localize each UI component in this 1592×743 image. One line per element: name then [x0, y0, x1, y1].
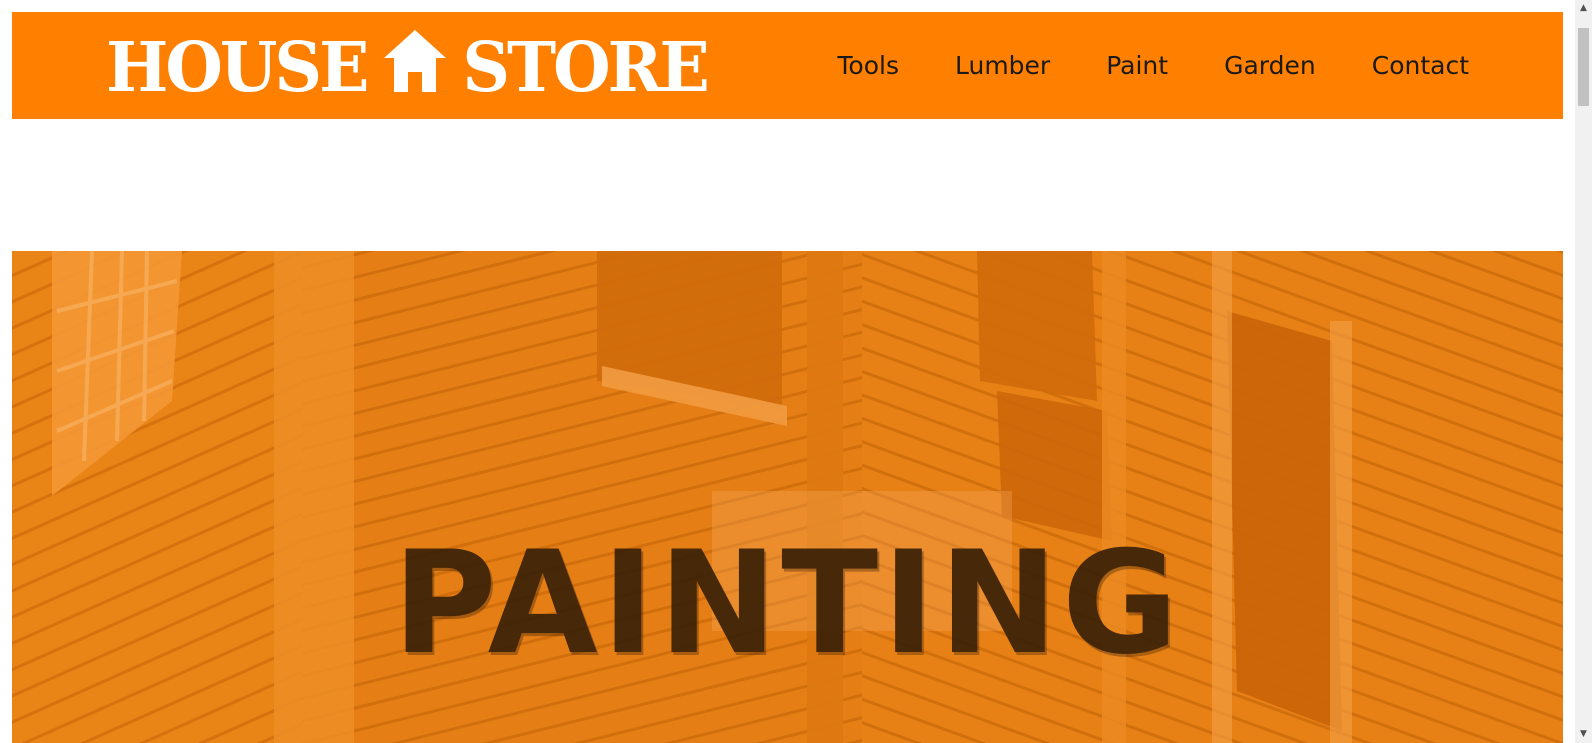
nav-contact[interactable]: Contact [1372, 51, 1469, 80]
house-store-logo[interactable]: HOUSE STORE [106, 26, 710, 108]
page: HOUSE STORE Tools Lumber Paint Garden Co… [0, 0, 1575, 743]
scroll-down-arrow-icon[interactable]: ▼ [1575, 726, 1592, 743]
nav-garden[interactable]: Garden [1224, 51, 1316, 80]
house-icon [384, 30, 447, 92]
page-scrollbar[interactable]: ▲ ▼ [1575, 0, 1592, 743]
hero-banner: PAINTING [12, 251, 1563, 743]
scroll-up-arrow-icon[interactable]: ▲ [1575, 0, 1592, 17]
nav-tools[interactable]: Tools [837, 51, 899, 80]
main-nav: Tools Lumber Paint Garden Contact [781, 12, 1469, 119]
site-header: HOUSE STORE Tools Lumber Paint Garden Co… [12, 12, 1563, 119]
nav-paint[interactable]: Paint [1106, 51, 1168, 80]
logo-word-store: STORE [462, 26, 709, 108]
nav-lumber[interactable]: Lumber [955, 51, 1050, 80]
hero-title: PAINTING [392, 521, 1183, 686]
logo-word-house: HOUSE [106, 26, 369, 108]
scrollbar-thumb[interactable] [1578, 28, 1589, 106]
